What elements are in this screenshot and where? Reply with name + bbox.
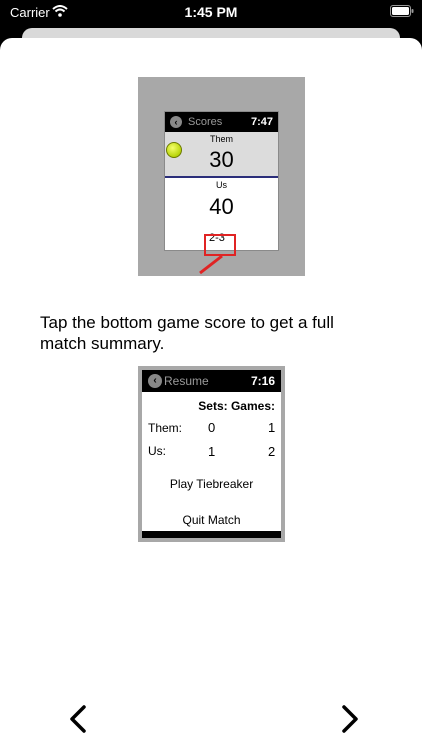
watch-header-time: 7:47 bbox=[250, 116, 273, 128]
watch-summary-image: ‹ Resume 7:16 Sets: Games: Them: 0 1 Us:… bbox=[138, 366, 285, 542]
them-score: 30 bbox=[209, 147, 234, 172]
watch-scores-screen: ‹ Scores 7:47 Them 30 Us 40 2-3 bbox=[164, 111, 279, 251]
score-divider bbox=[165, 176, 278, 178]
us-sets: 1 bbox=[208, 444, 216, 459]
play-tiebreaker-button: Play Tiebreaker bbox=[169, 477, 254, 491]
instruction-text: Tap the bottom game score to get a full … bbox=[40, 313, 334, 353]
battery-icon bbox=[390, 5, 414, 17]
status-bar: Carrier 1:45 PM bbox=[0, 0, 422, 30]
highlight-box bbox=[204, 234, 236, 256]
us-label: Us bbox=[216, 180, 227, 190]
watch-header-title: Scores bbox=[188, 116, 223, 128]
quit-match-button: Quit Match bbox=[182, 513, 241, 527]
pointer-arrow bbox=[199, 254, 223, 274]
watch-bottom-bar bbox=[142, 531, 281, 538]
them-sets: 0 bbox=[208, 420, 216, 435]
watch-header: ‹ Scores 7:47 bbox=[165, 112, 278, 132]
back-circle-icon: ‹ bbox=[148, 374, 162, 388]
row-label-them: Them: bbox=[148, 421, 183, 435]
watch-header-title: Resume bbox=[164, 374, 209, 388]
us-games: 2 bbox=[268, 444, 276, 459]
chevron-right-icon[interactable] bbox=[340, 704, 360, 734]
back-circle-icon: ‹ bbox=[170, 116, 182, 128]
chevron-left-icon[interactable] bbox=[68, 704, 88, 734]
watch-header: ‹ Resume 7:16 bbox=[142, 370, 281, 392]
them-score-panel: Them 30 bbox=[165, 132, 278, 176]
status-time: 1:45 PM bbox=[184, 4, 238, 20]
watch-header-time: 7:16 bbox=[250, 374, 275, 388]
them-games: 1 bbox=[268, 420, 276, 435]
row-label-us: Us: bbox=[148, 444, 166, 458]
us-score: 40 bbox=[209, 194, 234, 219]
watch-summary-screen: ‹ Resume 7:16 Sets: Games: Them: 0 1 Us:… bbox=[142, 370, 281, 538]
them-label: Them bbox=[209, 134, 233, 144]
columns-label: Sets: Games: bbox=[198, 399, 275, 413]
